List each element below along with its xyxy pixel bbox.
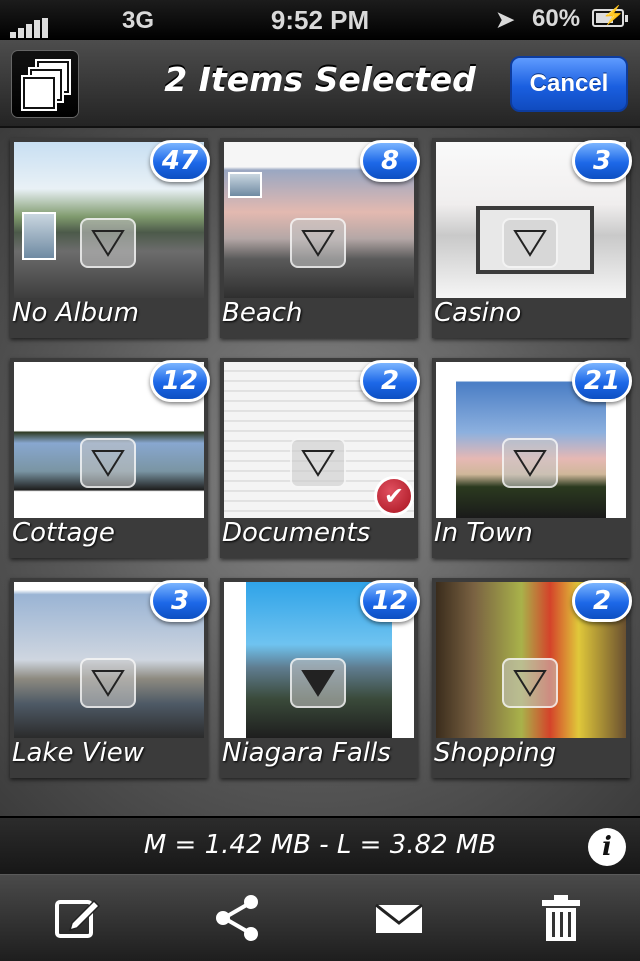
album-name: Casino: [434, 298, 522, 328]
photo-count-badge: 12: [360, 580, 420, 622]
album-menu-icon[interactable]: [502, 218, 558, 268]
bottom-toolbar: [0, 874, 640, 961]
photo-count-badge: 3: [572, 140, 632, 182]
info-icon[interactable]: i: [588, 828, 626, 866]
battery-charging-icon: ⚡: [592, 5, 628, 27]
photo-count-badge: 47: [150, 140, 210, 182]
album-menu-icon[interactable]: [290, 438, 346, 488]
selected-check-icon: ✔: [374, 476, 414, 516]
album-tile[interactable]: ✔ 2 Documents: [220, 358, 420, 558]
mail-icon[interactable]: [374, 893, 424, 943]
album-tile[interactable]: 21 In Town: [432, 358, 632, 558]
album-menu-icon[interactable]: [290, 658, 346, 708]
navigation-bar: 2 Items Selected Cancel: [0, 40, 640, 128]
album-tile[interactable]: 3 Casino: [432, 138, 632, 338]
status-bar: 3G 9:52 PM ➤ 60% ⚡: [0, 0, 640, 40]
album-menu-icon[interactable]: [80, 658, 136, 708]
photo-count-badge: 12: [150, 360, 210, 402]
album-thumbnail: [22, 212, 56, 260]
photo-count-badge: 21: [572, 360, 632, 402]
cancel-button[interactable]: Cancel: [510, 56, 628, 112]
photo-count-badge: 2: [572, 580, 632, 622]
casino-sign-graphic: [466, 156, 476, 189]
share-icon[interactable]: [212, 893, 262, 943]
album-menu-icon[interactable]: [502, 438, 558, 488]
album-menu-icon[interactable]: [80, 218, 136, 268]
album-name: Documents: [222, 518, 371, 548]
battery-percent: 60%: [532, 5, 581, 32]
album-grid: 47 No Album 8 Beach 3 Casino 12 Cottage …: [0, 128, 640, 816]
album-menu-icon[interactable]: [80, 438, 136, 488]
size-info-text: M = 1.42 MB - L = 3.82 MB: [143, 830, 497, 860]
album-tile[interactable]: 8 Beach: [220, 138, 420, 338]
album-name: In Town: [434, 518, 533, 548]
album-tile[interactable]: 12 Niagara Falls: [220, 578, 420, 778]
trash-icon[interactable]: [536, 893, 586, 943]
photo-count-badge: 8: [360, 140, 420, 182]
album-name: Cottage: [12, 518, 115, 548]
album-name: Beach: [222, 298, 303, 328]
photo-count-badge: 2: [360, 360, 420, 402]
album-menu-icon[interactable]: [502, 658, 558, 708]
album-tile[interactable]: 3 Lake View: [10, 578, 210, 778]
album-tile[interactable]: 47 No Album: [10, 138, 210, 338]
album-thumbnail: [228, 172, 262, 198]
size-info-bar: M = 1.42 MB - L = 3.82 MB i: [0, 816, 640, 876]
album-name: Lake View: [12, 738, 145, 768]
album-name: Shopping: [434, 738, 557, 768]
edit-icon[interactable]: [52, 893, 102, 943]
album-name: No Album: [12, 298, 139, 328]
album-tile[interactable]: 12 Cottage: [10, 358, 210, 558]
location-arrow-icon: ➤: [496, 7, 515, 32]
album-name: Niagara Falls: [222, 738, 391, 768]
photo-count-badge: 3: [150, 580, 210, 622]
album-menu-icon[interactable]: [290, 218, 346, 268]
album-tile[interactable]: 2 Shopping: [432, 578, 632, 778]
